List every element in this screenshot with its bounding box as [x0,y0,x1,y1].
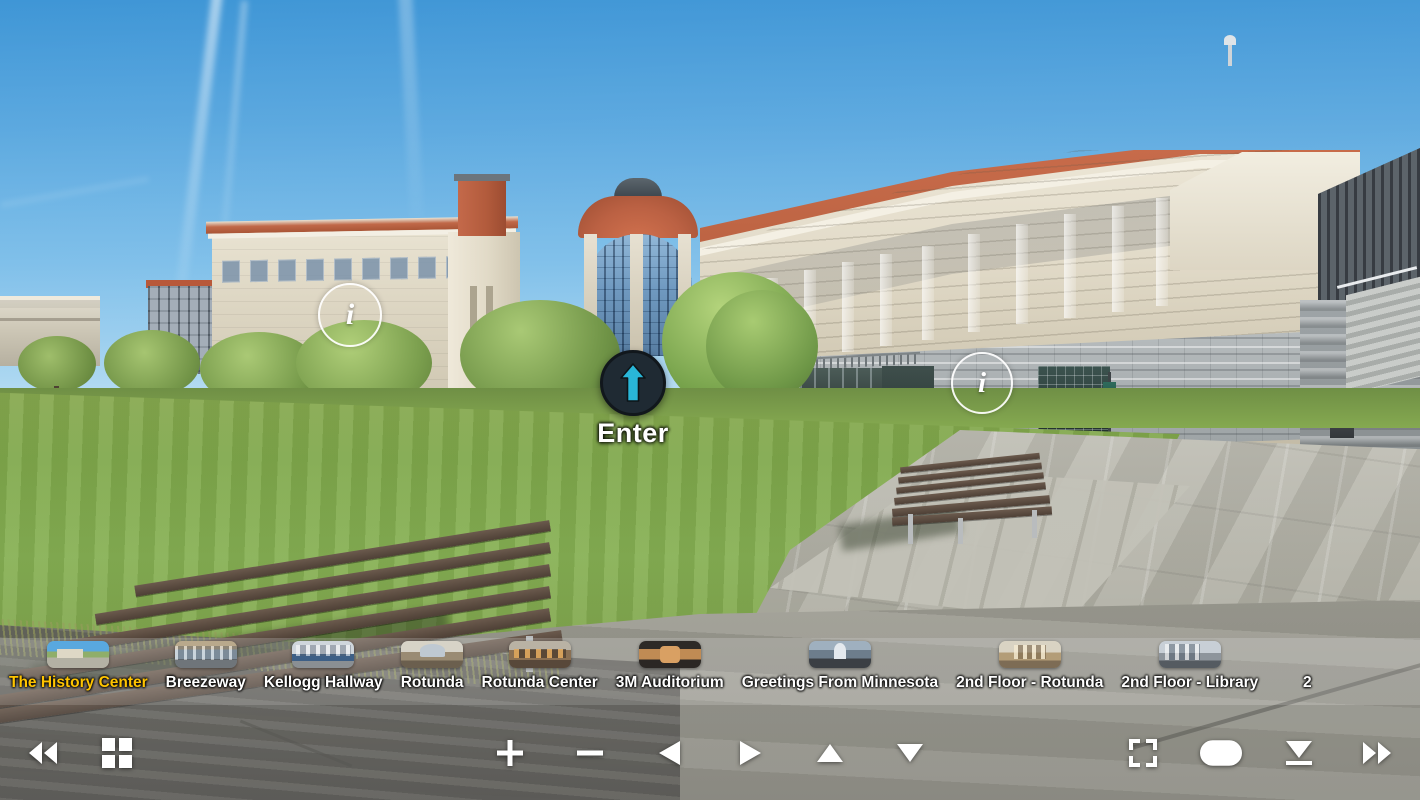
scene-thumbnail-label: 3M Auditorium [615,674,724,691]
minus-icon [577,750,603,755]
control-group-right [1122,732,1398,774]
pan-up-button[interactable] [809,732,851,774]
enter-hotspot[interactable]: Enter [568,350,698,449]
scene-thumbnail-2[interactable]: Kellogg Hallway [255,638,392,691]
scene-thumbnail-image [508,641,571,668]
toggle-icon [1200,739,1242,766]
scene-thumbnail-5[interactable]: 3M Auditorium [607,638,733,691]
fastforward-icon [1363,741,1391,764]
scene-thumbnail-strip[interactable]: The History Center Breezeway Kellogg Hallw… [0,638,1420,705]
tree [104,330,200,396]
zoom-out-button[interactable] [569,732,611,774]
zoom-in-button[interactable] [489,732,531,774]
collapse-icon [1286,740,1312,765]
triangle-up-icon [817,743,843,762]
scene-thumbnail-0[interactable]: The History Center [0,638,157,691]
grid-icon [102,737,132,768]
scene-thumbnail-8[interactable]: 2nd Floor - Library [1112,638,1267,691]
scene-thumbnail-image [47,641,110,668]
hide-thumbnails-button[interactable] [1278,732,1320,774]
scene-thumbnail-6[interactable]: Greetings From Minnesota [733,638,947,691]
enter-hotspot-label: Enter [597,418,669,448]
scene-thumbnail-image [1158,641,1221,668]
next-scene-button[interactable] [1356,732,1398,774]
scene-thumbnail-label: 2nd Floor - Library [1121,674,1259,691]
scene-thumbnail-label: Greetings From Minnesota [741,674,939,691]
terracotta-tower-cap [454,174,510,236]
scene-thumbnail-image [808,641,871,668]
triangle-right-icon [740,740,761,765]
scene-thumbnail-label: Rotunda Center [481,674,598,691]
scene-thumbnail-label: The History Center [9,674,148,691]
pan-down-button[interactable] [889,732,931,774]
arrow-up-icon [620,363,646,402]
scene-thumbnail-label: 2nd Floor - Rotunda [956,674,1104,691]
scene-thumbnail-image [998,641,1061,668]
scene-thumbnail-1[interactable]: Breezeway [157,638,255,691]
scene-thumbnail-image [174,641,237,668]
fullscreen-button[interactable] [1122,732,1164,774]
rewind-icon [29,741,57,764]
info-hotspot-right[interactable]: i [951,352,1013,414]
pan-left-button[interactable] [649,732,691,774]
info-hotspot-left[interactable]: i [318,283,382,347]
control-group-center [489,732,931,774]
scene-thumbnail-4[interactable]: Rotunda Center [473,638,607,691]
exterior-stair [1346,276,1420,396]
previous-scene-button[interactable] [22,732,64,774]
control-group-left [22,732,138,774]
park-bench [891,452,1053,544]
viewer-control-bar [0,705,1420,800]
info-icon: i [977,366,987,399]
rotunda-dome [578,196,698,238]
tree [18,336,96,392]
triangle-down-icon [897,743,923,762]
scene-thumbnail-9[interactable]: 2 [1267,638,1347,691]
pan-right-button[interactable] [729,732,771,774]
scene-thumbnail-image [401,641,464,668]
scene-thumbnail-label: 2 [1302,674,1312,691]
scene-thumbnail-3[interactable]: Rotunda [392,638,473,691]
scene-thumbnail-7[interactable]: 2nd Floor - Rotunda [947,638,1112,691]
enter-hotspot-circle [600,350,666,416]
roof-finial [1224,35,1236,66]
rotunda-pier [630,234,643,358]
scene-thumbnail-label: Rotunda [400,674,464,691]
triangle-left-icon [659,740,680,765]
scene-grid-button[interactable] [96,732,138,774]
fullscreen-icon [1129,738,1157,767]
scene-thumbnail-image [292,641,355,668]
info-icon: i [345,298,355,331]
tree [706,290,818,402]
autorotate-toggle[interactable] [1200,732,1242,774]
scene-thumbnail-label: Breezeway [165,674,246,691]
scene-thumbnail-image [638,641,701,668]
panorama-viewer[interactable]: i i Enter The History Center Breezeway Kel… [0,0,1420,800]
scene-thumbnail-label: Kellogg Hallway [263,674,383,691]
plus-icon [497,739,523,766]
